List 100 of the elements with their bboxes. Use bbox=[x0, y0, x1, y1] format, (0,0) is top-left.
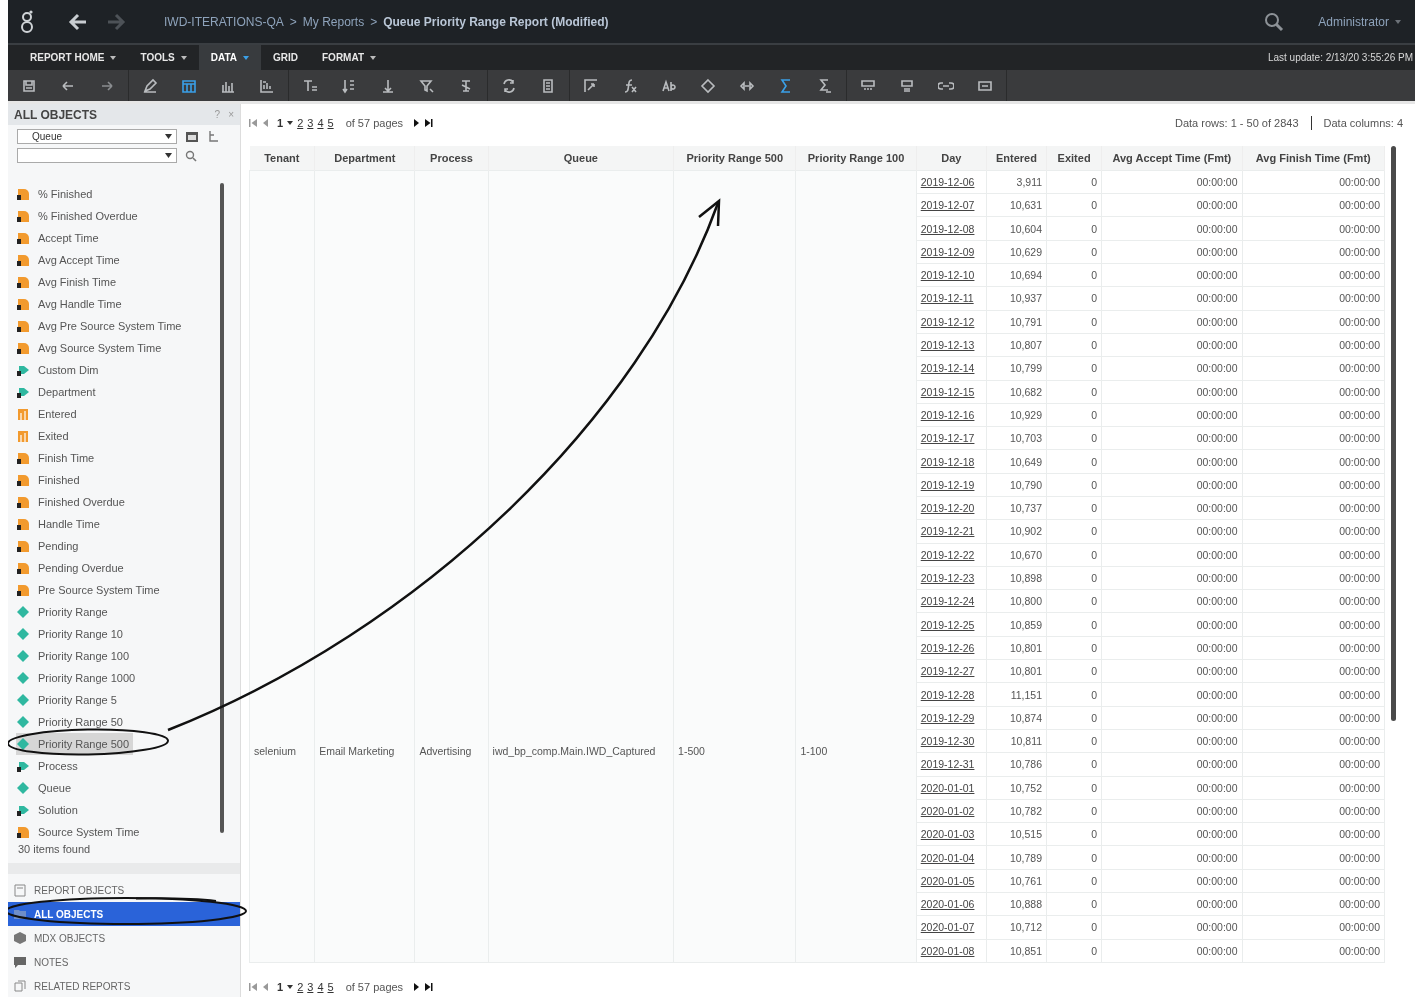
next-page-icon[interactable] bbox=[413, 982, 421, 993]
chart-grid-icon[interactable] bbox=[259, 77, 275, 94]
back-icon[interactable] bbox=[68, 12, 88, 31]
current-page[interactable]: 1 bbox=[277, 116, 284, 129]
object-item[interactable]: Priority Range 10 bbox=[16, 623, 127, 646]
object-item[interactable]: Custom Dim bbox=[16, 359, 103, 382]
column-header[interactable]: Department bbox=[314, 145, 415, 171]
menu-tab[interactable]: DATA bbox=[198, 45, 261, 70]
subtotal-icon[interactable] bbox=[817, 77, 833, 94]
object-item[interactable]: Source System Time bbox=[16, 821, 144, 844]
object-item[interactable]: Finish Time bbox=[16, 447, 99, 470]
breadcrumb-link[interactable]: My Reports bbox=[302, 14, 365, 29]
object-item[interactable]: Pending Overdue bbox=[16, 557, 128, 580]
column-header[interactable]: Process bbox=[414, 145, 489, 171]
object-item[interactable]: Avg Finish Time bbox=[16, 271, 121, 294]
breadcrumb-link[interactable]: Queue Priority Range Report (Modified) bbox=[383, 14, 609, 29]
caret-icon[interactable] bbox=[287, 120, 294, 125]
scrollbar[interactable] bbox=[1391, 145, 1396, 721]
menu-tab[interactable]: TOOLS bbox=[128, 45, 199, 70]
sort-icon[interactable] bbox=[341, 77, 357, 94]
attribute-icon bbox=[16, 715, 30, 730]
first-page-icon[interactable] bbox=[249, 117, 258, 128]
save-icon[interactable] bbox=[21, 77, 37, 94]
page-link[interactable]: 5 bbox=[327, 981, 334, 994]
object-item[interactable]: % Finished Overdue bbox=[16, 205, 142, 228]
object-item[interactable]: Pending bbox=[16, 535, 83, 558]
tree-icon[interactable] bbox=[207, 129, 221, 144]
menu-tab[interactable]: FORMAT bbox=[310, 45, 389, 70]
section-tab[interactable]: NOTES bbox=[8, 950, 240, 974]
previous-page-icon[interactable] bbox=[262, 982, 269, 993]
caret-icon[interactable] bbox=[287, 985, 294, 990]
object-item[interactable]: Finished Overdue bbox=[16, 491, 129, 514]
user-menu[interactable]: Administrator bbox=[1318, 14, 1401, 29]
page-link[interactable]: 4 bbox=[317, 981, 324, 994]
section-tab[interactable]: RELATED REPORTS bbox=[8, 974, 240, 997]
section-tab[interactable]: REPORT OBJECTS bbox=[8, 878, 240, 902]
last-page-icon[interactable] bbox=[424, 982, 434, 993]
column-header[interactable]: Queue bbox=[488, 145, 674, 171]
scrollbar[interactable] bbox=[220, 183, 224, 834]
current-page[interactable]: 1 bbox=[277, 981, 284, 994]
object-item[interactable]: Priority Range 1000 bbox=[16, 667, 140, 690]
object-item[interactable]: Queue bbox=[16, 777, 76, 800]
section-tab[interactable]: MDX OBJECTS bbox=[8, 926, 240, 950]
table-cell: 10,859 bbox=[1009, 618, 1043, 631]
page-link[interactable]: 4 bbox=[317, 116, 324, 129]
object-item[interactable]: Avg Source System Time bbox=[16, 337, 166, 360]
object-item[interactable]: Priority Range bbox=[16, 601, 112, 624]
page-link[interactable]: 2 bbox=[297, 116, 304, 129]
breadcrumb-link[interactable]: IWD-ITERATIONS-QA bbox=[164, 14, 284, 29]
column-header[interactable]: Avg Accept Time (Fmt) bbox=[1101, 145, 1243, 171]
first-page-icon[interactable] bbox=[249, 982, 258, 993]
object-item[interactable]: Priority Range 500 bbox=[16, 733, 134, 756]
layout-list-icon[interactable] bbox=[899, 77, 915, 94]
down-arrow-icon[interactable] bbox=[380, 77, 396, 94]
page-link[interactable]: 2 bbox=[297, 981, 304, 994]
column-header[interactable]: Tenant bbox=[249, 145, 315, 171]
object-item[interactable]: Priority Range 100 bbox=[16, 645, 134, 668]
object-item[interactable]: Avg Pre Source System Time bbox=[16, 315, 186, 338]
object-item[interactable]: Avg Accept Time bbox=[16, 249, 124, 272]
object-item[interactable]: Accept Time bbox=[16, 227, 103, 250]
function-icon[interactable] bbox=[622, 77, 638, 94]
object-item[interactable]: Handle Time bbox=[16, 513, 104, 536]
column-header[interactable]: Day bbox=[916, 145, 987, 171]
object-item[interactable]: Exited bbox=[16, 425, 73, 448]
menu-tab[interactable]: REPORT HOME bbox=[18, 45, 129, 70]
funnel-icon[interactable] bbox=[419, 77, 435, 94]
page-icon[interactable] bbox=[540, 77, 556, 94]
next-page-icon[interactable] bbox=[413, 117, 421, 128]
metric-icon bbox=[16, 495, 30, 510]
object-item[interactable]: % Finished bbox=[16, 183, 97, 206]
column-header[interactable]: Priority Range 100 bbox=[795, 145, 917, 171]
pencil-icon[interactable] bbox=[142, 77, 158, 94]
column-header[interactable]: Avg Finish Time (Fmt) bbox=[1242, 145, 1385, 171]
object-item[interactable]: Pre Source System Time bbox=[16, 579, 164, 602]
table-cell: 10,791 bbox=[1009, 315, 1043, 328]
column-header[interactable]: Priority Range 500 bbox=[673, 145, 796, 171]
search-field[interactable] bbox=[17, 148, 177, 164]
object-item[interactable]: Department bbox=[16, 381, 100, 404]
object-item[interactable]: Solution bbox=[16, 799, 82, 822]
object-item[interactable]: Priority Range 50 bbox=[16, 711, 127, 734]
column-header[interactable]: Exited bbox=[1046, 145, 1102, 171]
search-icon[interactable] bbox=[1264, 11, 1285, 32]
previous-page-icon[interactable] bbox=[262, 117, 269, 128]
object-item[interactable]: Entered bbox=[16, 403, 81, 426]
menu-tab[interactable]: GRID bbox=[261, 45, 310, 70]
object-item[interactable]: Priority Range 5 bbox=[16, 689, 121, 712]
object-type-dropdown[interactable]: Queue bbox=[17, 129, 177, 145]
column-header[interactable]: Entered bbox=[986, 145, 1047, 171]
corner-icon[interactable] bbox=[583, 77, 599, 94]
object-item[interactable]: Finished bbox=[16, 469, 84, 492]
object-item[interactable]: Avg Handle Time bbox=[16, 293, 126, 316]
object-item[interactable]: Process bbox=[16, 755, 82, 778]
last-page-icon[interactable] bbox=[424, 117, 434, 128]
page-link[interactable]: 5 bbox=[327, 116, 334, 129]
page-link[interactable]: 3 bbox=[307, 981, 314, 994]
search-icon[interactable] bbox=[185, 149, 197, 162]
swap-icon[interactable] bbox=[501, 77, 517, 94]
metric-icon bbox=[16, 231, 30, 246]
page-link[interactable]: 3 bbox=[307, 116, 314, 129]
grid-icon[interactable] bbox=[181, 77, 197, 94]
